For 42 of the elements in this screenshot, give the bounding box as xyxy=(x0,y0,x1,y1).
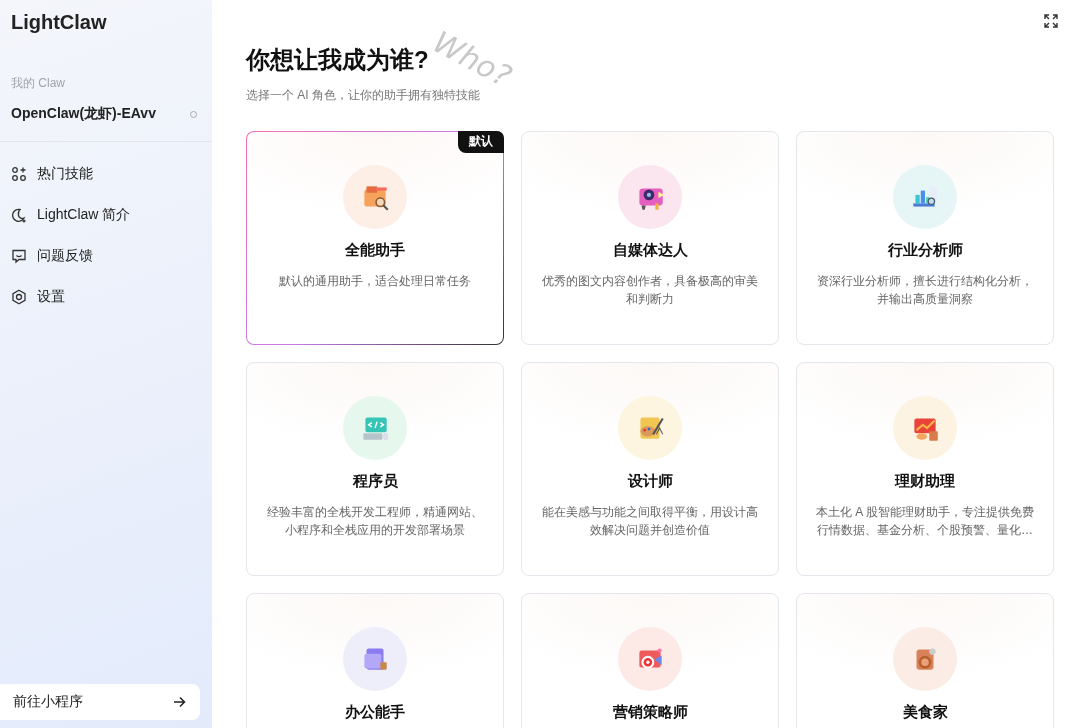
role-description: 经验丰富的全栈开发工程师，精通网站、小程序和全栈应用的开发部署场景 xyxy=(266,504,484,539)
role-card[interactable]: 行业分析师 资深行业分析师，擅长进行结构化分析，并输出高质量洞察 xyxy=(796,131,1054,345)
role-title: 程序员 xyxy=(352,472,398,491)
nav-item[interactable]: 设置 xyxy=(0,276,212,317)
role-card[interactable]: 办公能手 xyxy=(246,593,504,728)
role-card[interactable]: 自媒体达人 优秀的图文内容创作者，具备极高的审美和判断力 xyxy=(521,131,779,345)
role-card[interactable]: 设计师 能在美感与功能之间取得平衡，用设计高效解决问题并创造价值 xyxy=(521,362,779,576)
role-title: 美食家 xyxy=(902,703,948,722)
default-badge: 默认 xyxy=(458,131,504,153)
role-title: 全能助手 xyxy=(345,241,405,260)
message-icon xyxy=(11,247,27,264)
role-title: 行业分析师 xyxy=(887,241,963,260)
role-description: 默认的通用助手，适合处理日常任务 xyxy=(279,273,471,290)
role-title: 办公能手 xyxy=(345,703,405,722)
app-logo: LightClaw xyxy=(10,11,108,34)
role-description: 资深行业分析师，擅长进行结构化分析，并输出高质量洞察 xyxy=(816,273,1034,308)
claw-icon xyxy=(11,206,27,223)
settings-icon xyxy=(11,288,27,305)
nav-item[interactable]: 问题反馈 xyxy=(0,235,212,276)
page-title: 你想让我成为谁? xyxy=(246,45,429,75)
role-description: 优秀的图文内容创作者，具备极高的审美和判断力 xyxy=(541,273,759,308)
role-card[interactable]: 程序员 经验丰富的全栈开发工程师，精通网站、小程序和全栈应用的开发部署场景 xyxy=(246,362,504,576)
mini-program-button[interactable]: 前往小程序 xyxy=(0,684,200,720)
role-title: 自媒体达人 xyxy=(612,241,688,260)
role-card[interactable]: 营销策略师 xyxy=(521,593,779,728)
claw-name[interactable]: OpenClaw(龙虾)-EAvv xyxy=(11,105,156,123)
role-title: 设计师 xyxy=(627,472,673,491)
page-subtitle: 选择一个 AI 角色，让你的助手拥有独特技能 xyxy=(246,87,481,104)
role-card[interactable]: 理财助理 本土化 A 股智能理财助手，专注提供免费行情数据、基金分析、个股预警、量化… xyxy=(796,362,1054,576)
nav-item[interactable]: LightClaw 简介 xyxy=(0,194,212,235)
role-card[interactable]: 默认 全能助手 默认的通用助手，适合处理日常任务 xyxy=(246,131,504,345)
section-label: 我的 Claw xyxy=(10,75,66,92)
role-title: 营销策略师 xyxy=(612,703,688,722)
arrow-icon xyxy=(173,696,186,708)
fullscreen-button[interactable] xyxy=(1044,14,1058,31)
role-card[interactable]: 美食家 xyxy=(796,593,1054,728)
role-description: 本土化 A 股智能理财助手，专注提供免费行情数据、基金分析、个股预警、量化… xyxy=(815,504,1035,539)
nav-item[interactable]: 热门技能 xyxy=(0,153,212,194)
expand-icon xyxy=(1044,14,1058,28)
skills-icon xyxy=(11,165,27,182)
role-title: 理财助理 xyxy=(895,472,955,491)
role-description: 能在美感与功能之间取得平衡，用设计高效解决问题并创造价值 xyxy=(541,504,759,539)
